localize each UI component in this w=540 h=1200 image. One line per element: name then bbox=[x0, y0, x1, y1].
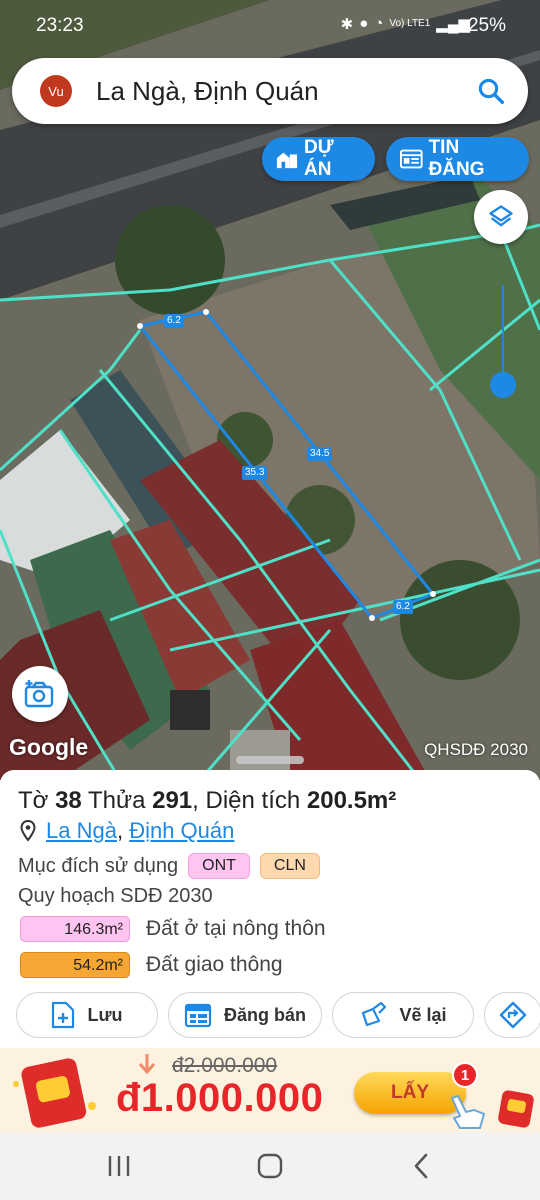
location-separator: , bbox=[116, 818, 124, 843]
plan-area: 146.3m² bbox=[20, 916, 130, 942]
system-nav-bar bbox=[0, 1132, 540, 1200]
layers-button[interactable] bbox=[474, 190, 528, 244]
arrow-down-icon bbox=[138, 1054, 156, 1075]
location-line: La Ngà, Định Quán bbox=[20, 818, 234, 844]
status-icons: ✱ ● ◔ Vo) LTE1 ▂▄▆ bbox=[341, 15, 470, 33]
plan-title: Quy hoạch SDĐ 2030 bbox=[18, 885, 213, 907]
location-pin-icon bbox=[20, 820, 36, 842]
land-use-line: Mục đích sử dụng ONT CLN bbox=[18, 853, 320, 879]
save-button[interactable]: Lưu bbox=[16, 992, 158, 1038]
bluetooth-icon: ✱ bbox=[340, 16, 354, 33]
map-view[interactable]: 6.2 34.5 35.3 6.2 23:23 ✱ ● ◔ Vo) LTE1 ▂… bbox=[0, 0, 540, 780]
new-price: đ1.000.000 bbox=[116, 1076, 324, 1120]
status-time: 23:23 bbox=[36, 15, 84, 36]
edit-pen-icon bbox=[362, 1001, 387, 1027]
redraw-button[interactable]: Vẽ lại bbox=[332, 992, 474, 1038]
layers-icon bbox=[489, 205, 513, 227]
sheet-number: 38 bbox=[55, 787, 82, 814]
listing-chip-label: TIN ĐĂNG bbox=[428, 137, 485, 180]
project-chip[interactable]: DỰ ÁN bbox=[262, 137, 375, 181]
location-icon: ● bbox=[359, 15, 369, 32]
save-label: Lưu bbox=[87, 1004, 123, 1025]
dimension-label: 6.2 bbox=[164, 314, 184, 328]
back-icon[interactable] bbox=[410, 1152, 434, 1180]
status-bar: 23:23 ✱ ● ◔ Vo) LTE1 ▂▄▆ 25% bbox=[0, 0, 540, 52]
search-bar[interactable]: Vu La Ngà, Định Quán bbox=[12, 58, 528, 124]
area-value: 200.5m² bbox=[306, 787, 397, 814]
add-file-icon bbox=[52, 1001, 75, 1029]
promo-banner[interactable]: đ2.000.000 đ1.000.000 LẤY 1 bbox=[0, 1048, 540, 1132]
add-photo-icon bbox=[24, 680, 54, 708]
redraw-label: Vẽ lại bbox=[399, 1004, 447, 1025]
listing-icon bbox=[400, 149, 423, 169]
project-chip-label: DỰ ÁN bbox=[303, 137, 334, 180]
camera-button[interactable] bbox=[12, 666, 68, 722]
district-link[interactable]: Định Quán bbox=[129, 818, 234, 844]
signal-icon: ▂▄▆ bbox=[436, 16, 470, 33]
commune-link[interactable]: La Ngà bbox=[46, 818, 117, 844]
old-price: đ2.000.000 bbox=[172, 1054, 278, 1077]
land-use-badge: ONT bbox=[188, 853, 250, 879]
avatar[interactable]: Vu bbox=[40, 75, 72, 107]
plot-label: Thửa bbox=[88, 787, 146, 814]
land-use-label: Mục đích sử dụng bbox=[18, 854, 179, 877]
network-label: Vo) LTE1 bbox=[389, 18, 431, 29]
plot-number: 291 bbox=[152, 787, 193, 814]
home-icon[interactable] bbox=[256, 1152, 284, 1180]
red-envelope-icon bbox=[13, 1058, 96, 1128]
wifi-icon: ◔ bbox=[374, 15, 384, 32]
dimension-label: 6.2 bbox=[393, 600, 413, 614]
search-icon[interactable] bbox=[476, 76, 506, 106]
layer-label: QHSDĐ 2030 bbox=[424, 740, 528, 759]
plan-area: 54.2m² bbox=[20, 952, 130, 978]
dimension-label: 34.5 bbox=[307, 447, 333, 461]
building-icon bbox=[276, 152, 298, 169]
plan-item: 54.2m² Đất giao thông bbox=[20, 952, 283, 978]
action-row: Lưu Đăng bán Vẽ lại bbox=[16, 992, 540, 1038]
gift-envelope-icon bbox=[498, 1090, 534, 1128]
parcel-title: Tờ 38 Thửa 291, Diện tích 200.5m² bbox=[18, 787, 396, 815]
opacity-slider-knob[interactable] bbox=[490, 372, 516, 398]
land-use-badge: CLN bbox=[259, 853, 320, 879]
google-logo: Google bbox=[9, 734, 89, 760]
directions-button[interactable] bbox=[484, 992, 540, 1038]
area-label: , Diện tích bbox=[192, 787, 301, 814]
sell-button[interactable]: Đăng bán bbox=[168, 992, 322, 1038]
pointing-hand-icon bbox=[450, 1094, 486, 1129]
sheet-handle[interactable] bbox=[236, 756, 304, 764]
recent-apps-icon[interactable] bbox=[106, 1154, 132, 1178]
dimension-label: 35.3 bbox=[242, 466, 268, 480]
plan-label: Đất ở tại nông thôn bbox=[146, 917, 326, 940]
directions-icon bbox=[499, 1001, 527, 1029]
listing-chip[interactable]: TIN ĐĂNG bbox=[386, 137, 529, 181]
sheet-label: Tờ bbox=[18, 787, 49, 814]
plan-item: 146.3m² Đất ở tại nông thôn bbox=[20, 916, 326, 942]
opacity-slider-track[interactable] bbox=[502, 285, 504, 385]
sell-label: Đăng bán bbox=[223, 1004, 306, 1025]
notification-badge: 1 bbox=[452, 1062, 478, 1088]
search-query[interactable]: La Ngà, Định Quán bbox=[96, 76, 476, 107]
battery-level: 25% bbox=[467, 15, 506, 36]
plan-label: Đất giao thông bbox=[146, 953, 283, 976]
listing-icon bbox=[184, 1003, 212, 1028]
